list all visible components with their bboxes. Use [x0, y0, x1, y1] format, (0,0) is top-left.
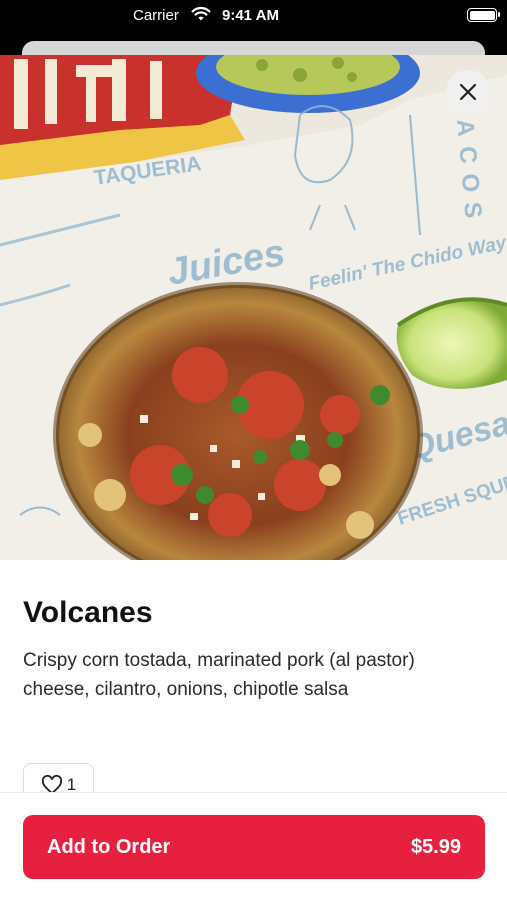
close-button[interactable]: [446, 70, 490, 114]
status-bar: Carrier 9:41 AM: [0, 0, 507, 32]
wifi-icon: [191, 6, 211, 21]
item-title: Volcanes: [23, 596, 153, 629]
battery-icon: [467, 8, 500, 22]
item-price: $5.99: [410, 835, 461, 858]
clock: 9:41 AM: [222, 7, 279, 24]
item-detail-sheet: TAQUERIA TACOS Juices FRESH SQUEEZED Fee…: [0, 55, 507, 900]
add-to-order-button[interactable]: Add to Order $5.99: [23, 815, 485, 879]
carrier-label: Carrier: [133, 7, 179, 24]
close-icon: [459, 83, 477, 101]
item-photo: TAQUERIA TACOS Juices FRESH SQUEEZED Fee…: [0, 55, 507, 560]
bottom-action-bar: Add to Order $5.99: [0, 792, 507, 900]
add-to-order-label: Add to Order: [47, 835, 171, 858]
item-description: Crispy corn tostada, marinated pork (al …: [23, 650, 415, 700]
